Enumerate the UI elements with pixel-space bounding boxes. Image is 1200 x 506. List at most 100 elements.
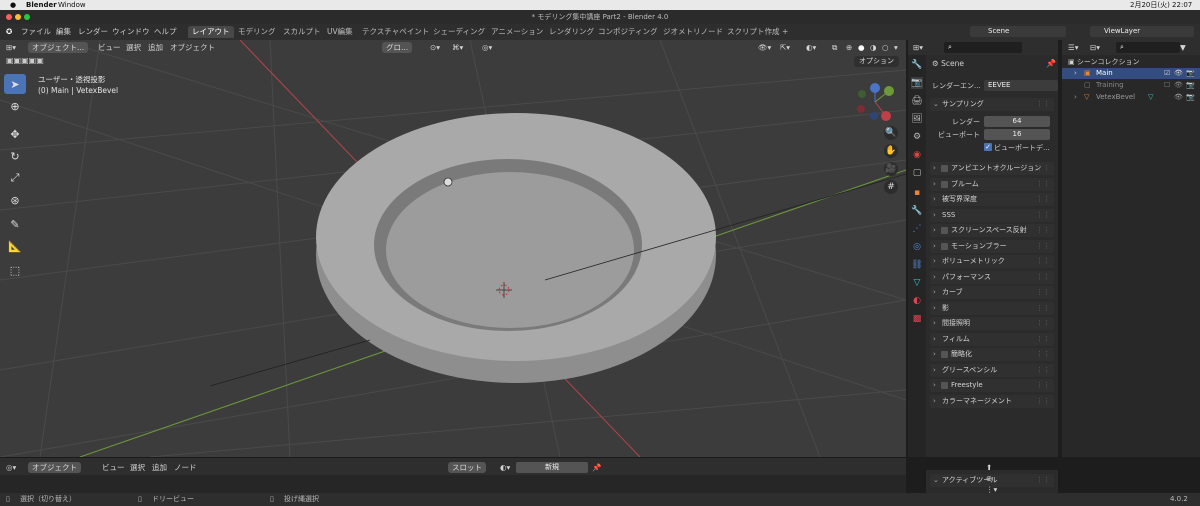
section-sampling[interactable]: ⌄ サンプリング ⋮⋮: [930, 98, 1054, 111]
section-enable-checkbox[interactable]: [941, 382, 948, 389]
apple-icon[interactable]: ●: [10, 0, 16, 10]
texture-tab-icon[interactable]: ▩: [911, 313, 923, 325]
tool-tab-icon[interactable]: 🔧: [911, 59, 923, 71]
drag-handle-icon[interactable]: ⋮⋮: [1036, 224, 1050, 237]
snap-icon[interactable]: ⌘▾: [452, 42, 463, 53]
render-samples-field[interactable]: 64: [984, 116, 1050, 127]
section-row[interactable]: › スクリーンスペース反射 ⋮⋮: [930, 224, 1054, 237]
render-tab-icon[interactable]: 📷: [911, 77, 923, 89]
section-enable-checkbox[interactable]: [941, 242, 948, 250]
navigation-gizmo[interactable]: [857, 83, 894, 121]
select-mode-icons[interactable]: ▣▣▣▣▣: [6, 56, 44, 65]
pivot-icon[interactable]: ⊙▾: [430, 42, 440, 53]
camera-icon[interactable]: 📷: [1186, 80, 1195, 91]
menu-help[interactable]: ヘルプ: [154, 24, 177, 40]
viewport-canvas[interactable]: [0, 40, 906, 457]
drag-handle-icon[interactable]: ⋮⋮: [1036, 333, 1050, 346]
gizmo-icon[interactable]: ⇱▾: [780, 42, 790, 53]
object-menu[interactable]: オブジェクト: [170, 42, 215, 53]
section-enable-checkbox[interactable]: [941, 227, 948, 234]
display-mode-icon[interactable]: ⊟▾: [1090, 42, 1100, 53]
tab-sculpt[interactable]: スカルプト: [279, 26, 325, 38]
camera-icon[interactable]: 📷: [1186, 92, 1195, 103]
shading-material-icon[interactable]: ◑: [870, 42, 877, 53]
blender-logo-icon[interactable]: ✪: [6, 24, 12, 40]
section-row[interactable]: › カラーマネージメント ⋮⋮: [930, 394, 1054, 408]
footer-add-menu[interactable]: 追加: [152, 462, 167, 473]
cursor-tool-icon[interactable]: ⊕: [4, 96, 26, 116]
world-tab-icon[interactable]: ◉: [911, 149, 923, 161]
tab-uv-edit[interactable]: UV編集: [323, 26, 357, 38]
particles-tab-icon[interactable]: ⋰: [911, 223, 923, 235]
editor-type-icon[interactable]: ◎▾: [6, 462, 16, 473]
slot-selector[interactable]: スロット: [448, 462, 486, 473]
annotate-tool-icon[interactable]: ✎: [4, 214, 26, 234]
section-enable-checkbox[interactable]: [941, 180, 948, 188]
tab-layout[interactable]: レイアウト: [188, 26, 234, 38]
physics-tab-icon[interactable]: ◎: [911, 241, 923, 253]
eye-icon[interactable]: 👁: [1174, 92, 1183, 103]
app-menu[interactable]: Blender: [26, 0, 57, 10]
section-row[interactable]: › 簡略化 ⋮⋮: [930, 348, 1054, 361]
add-menu[interactable]: 追加: [148, 42, 163, 53]
footer-view-menu[interactable]: ビュー: [102, 462, 125, 473]
node-editor-area[interactable]: [0, 475, 906, 493]
section-row[interactable]: › パフォーマンス ⋮⋮: [930, 270, 1054, 284]
footer-select-menu[interactable]: 選択: [130, 462, 145, 473]
data-tab-icon[interactable]: ▽: [911, 277, 923, 289]
modifier-tab-icon[interactable]: 🔧: [911, 205, 923, 217]
section-enable-checkbox[interactable]: [941, 165, 948, 172]
collection-tab-icon[interactable]: ▢: [911, 167, 923, 179]
section-row[interactable]: › 間接照明 ⋮⋮: [930, 317, 1054, 330]
scale-tool-icon[interactable]: ⤢: [4, 168, 26, 188]
filter-icon[interactable]: ▼: [1180, 42, 1186, 53]
expand-arrow-icon[interactable]: ›: [1074, 92, 1077, 103]
pin-icon[interactable]: 📌: [592, 462, 601, 473]
menu-edit[interactable]: 編集: [56, 24, 71, 40]
drag-handle-icon[interactable]: ⋮⋮: [1036, 379, 1050, 392]
constraints-tab-icon[interactable]: ⛓: [911, 259, 923, 271]
camera-icon[interactable]: 📷: [1186, 68, 1195, 79]
section-row[interactable]: › ブルーム ⋮⋮: [930, 177, 1054, 191]
view-layer-tab-icon[interactable]: 🖼: [911, 113, 923, 125]
measure-tool-icon[interactable]: 📐: [4, 236, 26, 256]
drag-handle-icon[interactable]: ⋮⋮: [1036, 162, 1050, 175]
tab-rendering[interactable]: レンダリング: [545, 26, 598, 38]
editor-type-icon[interactable]: ⊞▾: [6, 42, 16, 53]
rotate-tool-icon[interactable]: ↻: [4, 146, 26, 166]
drag-handle-icon[interactable]: ⋮⋮: [1036, 178, 1050, 191]
drag-handle-icon[interactable]: ⋮⋮: [1036, 286, 1050, 299]
options-button[interactable]: オプション: [854, 56, 899, 67]
eye-icon[interactable]: 👁: [1174, 80, 1183, 91]
select-menu[interactable]: 選択: [126, 42, 141, 53]
drag-handle-icon[interactable]: ⋮⋮: [1036, 209, 1050, 222]
visibility-icon[interactable]: 👁▾: [758, 42, 771, 53]
menu-window[interactable]: ウィンドウ: [112, 24, 150, 40]
section-row[interactable]: › Freestyle ⋮⋮: [930, 379, 1054, 392]
mode-selector[interactable]: オブジェクト...: [28, 42, 89, 53]
object-tab-icon[interactable]: ▪: [911, 187, 923, 199]
section-enable-checkbox[interactable]: [941, 351, 948, 358]
tab-animation[interactable]: アニメーション: [487, 26, 547, 38]
footer-mode-selector[interactable]: オブジェクト: [28, 462, 81, 473]
xray-icon[interactable]: ⧉: [832, 42, 837, 53]
eye-icon[interactable]: 👁: [1174, 68, 1183, 79]
shading-wireframe-icon[interactable]: ⊕: [846, 42, 852, 53]
scene-selector[interactable]: Scene: [970, 26, 1066, 37]
drag-handle-icon[interactable]: ⋮⋮: [1036, 364, 1050, 377]
light-object-icon[interactable]: [443, 177, 453, 187]
expand-arrow-icon[interactable]: ›: [1074, 68, 1077, 79]
drag-handle-icon[interactable]: ⋮⋮: [1036, 348, 1050, 361]
section-row[interactable]: › アンビエントオクルージョン ⋮⋮: [930, 162, 1054, 175]
drag-handle-icon[interactable]: ⋮⋮: [1036, 271, 1050, 284]
new-material-button[interactable]: 新規: [516, 462, 588, 473]
tab-shading[interactable]: シェーディング: [429, 26, 489, 38]
zoom-icon[interactable]: 🔍: [884, 126, 898, 140]
section-row[interactable]: › 被写界深度 ⋮⋮: [930, 193, 1054, 206]
output-tab-icon[interactable]: 🖨: [911, 95, 923, 107]
properties-search-input[interactable]: ⌕: [944, 42, 1022, 53]
tab-compositing[interactable]: コンポジティング: [594, 26, 662, 38]
add-cube-tool-icon[interactable]: ⬚: [4, 260, 26, 280]
section-row[interactable]: › SSS ⋮⋮: [930, 208, 1054, 222]
add-workspace-button[interactable]: +: [778, 26, 792, 38]
